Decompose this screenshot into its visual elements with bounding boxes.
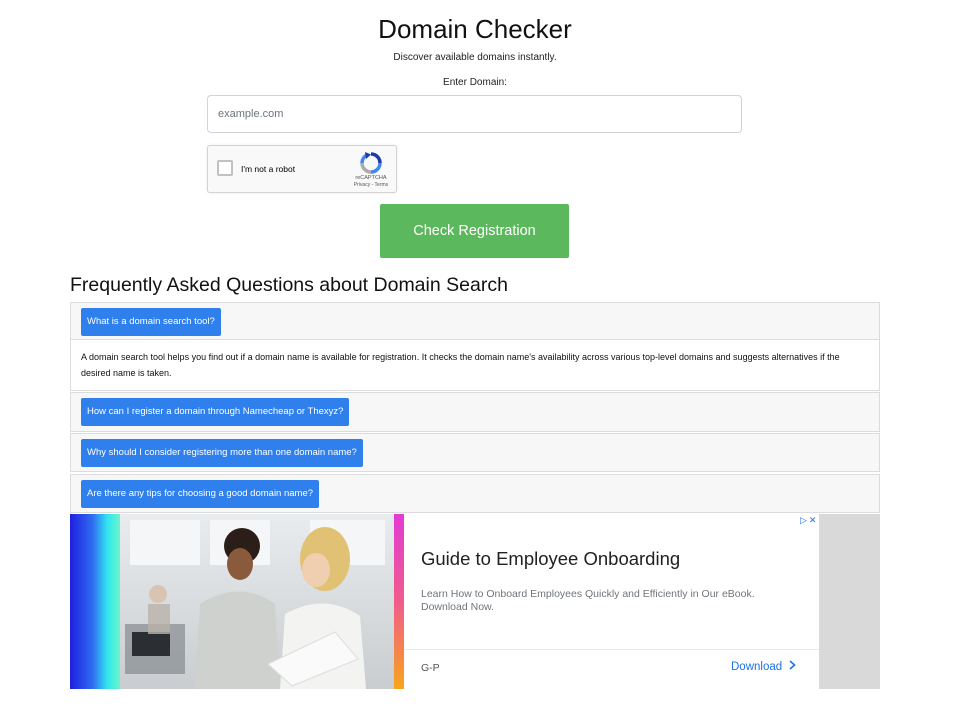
recaptcha-label: I'm not a robot: [241, 164, 296, 174]
faq-item: How can I register a domain through Name…: [70, 392, 880, 432]
domain-input-label: Enter Domain:: [443, 77, 507, 88]
page-subtitle: Discover available domains instantly.: [393, 52, 557, 63]
ad-choices-icon[interactable]: ▷✕: [800, 515, 818, 526]
ad-download-link[interactable]: Download: [731, 660, 797, 673]
ad-title[interactable]: Guide to Employee Onboarding: [421, 548, 680, 570]
faq-question-button[interactable]: What is a domain search tool?: [81, 308, 221, 336]
ad-description[interactable]: Learn How to Onboard Employees Quickly a…: [421, 588, 796, 614]
ad-download-label: Download: [731, 661, 783, 673]
ad-advertiser: G-P: [421, 662, 440, 674]
faq-question-button[interactable]: How can I register a domain through Name…: [81, 398, 350, 426]
faq-question-button[interactable]: Why should I consider registering more t…: [81, 439, 363, 467]
ad-card[interactable]: Guide to Employee Onboarding Learn How t…: [70, 514, 819, 689]
ad-divider: [404, 649, 819, 650]
page-title: Domain Checker: [378, 14, 572, 44]
faq-item: Why should I consider registering more t…: [70, 433, 880, 472]
faq-item: Are there any tips for choosing a good d…: [70, 474, 880, 513]
chevron-right-icon: [789, 660, 797, 673]
faq-answer: A domain search tool helps you find out …: [70, 340, 880, 391]
check-registration-button[interactable]: Check Registration: [380, 204, 569, 258]
ad-image[interactable]: [70, 514, 404, 689]
advertisement[interactable]: Guide to Employee Onboarding Learn How t…: [70, 514, 880, 689]
faq-item: What is a domain search tool?: [70, 302, 880, 340]
recaptcha-logo-icon: [360, 152, 382, 174]
faq-heading: Frequently Asked Questions about Domain …: [70, 274, 508, 296]
faq-question-button[interactable]: Are there any tips for choosing a good d…: [81, 480, 320, 508]
recaptcha-privacy-terms-link[interactable]: Privacy - Terms: [346, 182, 396, 188]
recaptcha-checkbox[interactable]: [217, 160, 233, 176]
recaptcha-widget: I'm not a robot reCAPTCHA Privacy - Term…: [207, 145, 397, 193]
domain-input[interactable]: [207, 95, 742, 133]
recaptcha-brand: reCAPTCHA: [355, 175, 387, 181]
